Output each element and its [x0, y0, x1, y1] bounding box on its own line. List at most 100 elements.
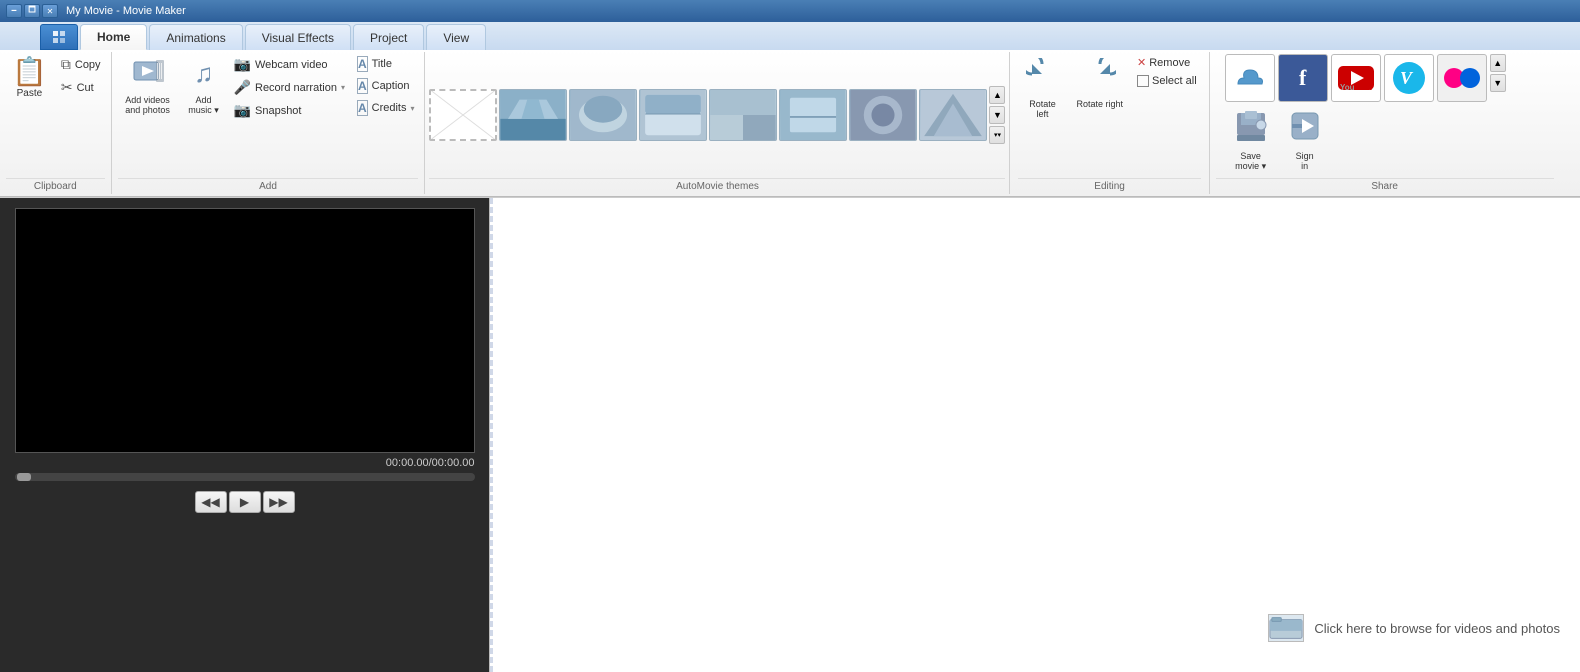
- theme-scroll-more[interactable]: ▾▾: [989, 126, 1005, 144]
- youtube-button[interactable]: YouTube: [1331, 54, 1381, 102]
- maximize-button[interactable]: 🗖: [24, 4, 40, 18]
- tab-project[interactable]: Project: [353, 24, 424, 50]
- scissors-icon: ✂: [61, 79, 73, 96]
- rewind-button[interactable]: ◀◀: [195, 491, 227, 513]
- storyboard-area[interactable]: Click here to browse for videos and phot…: [490, 198, 1580, 672]
- forward-button[interactable]: ▶▶: [263, 491, 295, 513]
- clipboard-label: Clipboard: [6, 178, 105, 192]
- sign-in-button[interactable]: Signin: [1280, 105, 1330, 175]
- paste-icon: 📋: [12, 58, 47, 86]
- select-all-button[interactable]: Select all: [1133, 73, 1201, 89]
- theme-6[interactable]: [849, 89, 917, 141]
- clipboard-group: 📋 Paste ⧉ Copy ✂ Cut Clipboard: [0, 52, 112, 194]
- title-bar-controls[interactable]: 🗕 🗖 ✕: [6, 4, 58, 18]
- onedrive-button[interactable]: [1225, 54, 1275, 102]
- add-music-button[interactable]: ♫ Addmusic ▾: [182, 54, 226, 120]
- close-button[interactable]: ✕: [42, 4, 58, 18]
- play-button[interactable]: ▶: [229, 491, 261, 513]
- text-buttons: A Title A Caption A Credits ▾: [353, 54, 419, 118]
- narration-arrow: ▾: [341, 83, 345, 92]
- checkbox-icon: [1137, 75, 1149, 87]
- vimeo-button[interactable]: V: [1384, 54, 1434, 102]
- save-movie-button[interactable]: Savemovie ▾: [1225, 105, 1277, 176]
- copy-icon: ⧉: [61, 56, 71, 73]
- rotate-right-icon: [1084, 58, 1116, 97]
- webcam-video-button[interactable]: 📷 Webcam video: [230, 54, 349, 75]
- automovie-label: AutoMovie themes: [429, 178, 1005, 192]
- remove-selectall-col: ✕ Remove Select all: [1133, 54, 1201, 89]
- microphone-icon: 🎤: [234, 79, 251, 96]
- add-videos-button[interactable]: Add videosand photos: [118, 54, 178, 119]
- title-bar: 🗕 🗖 ✕ My Movie - Movie Maker: [0, 0, 1580, 22]
- svg-text:You: You: [1340, 83, 1355, 92]
- theme-scroll-arrows: ▲ ▼ ▾▾: [989, 86, 1005, 144]
- webcam-icon: 📷: [234, 56, 251, 73]
- title-icon: A: [357, 56, 368, 72]
- timeline-thumb[interactable]: [17, 473, 31, 481]
- rotate-left-icon: [1026, 58, 1058, 97]
- caption-icon: A: [357, 78, 368, 94]
- cut-button[interactable]: ✂ Cut: [57, 77, 105, 98]
- time-display: 00:00.00/00:00.00: [15, 457, 475, 469]
- tab-visual-effects[interactable]: Visual Effects: [245, 24, 351, 50]
- theme-scroll: [429, 89, 987, 141]
- app-menu-button[interactable]: [40, 24, 78, 50]
- theme-1[interactable]: [499, 89, 567, 141]
- app-title: My Movie - Movie Maker: [66, 5, 186, 17]
- editing-label: Editing: [1018, 178, 1200, 192]
- ribbon: Home Animations Visual Effects Project V…: [0, 22, 1580, 198]
- copy-button[interactable]: ⧉ Copy: [57, 54, 105, 75]
- share-group: f YouTube V: [1210, 52, 1560, 194]
- main-area: 00:00.00/00:00.00 ◀◀ ▶ ▶▶ Click here to …: [0, 198, 1580, 672]
- caption-button[interactable]: A Caption: [353, 76, 419, 96]
- credits-button[interactable]: A Credits ▾: [353, 98, 419, 118]
- storyboard-hint[interactable]: Click here to browse for videos and phot…: [1268, 614, 1560, 642]
- theme-7[interactable]: [919, 89, 987, 141]
- save-movie-icon: [1233, 109, 1269, 150]
- tab-bar: Home Animations Visual Effects Project V…: [0, 22, 1580, 50]
- share-scroll-down[interactable]: ▼: [1490, 74, 1506, 92]
- theme-3[interactable]: [639, 89, 707, 141]
- theme-scroll-up[interactable]: ▲: [989, 86, 1005, 104]
- share-label: Share: [1216, 178, 1554, 192]
- remove-icon: ✕: [1137, 56, 1146, 69]
- playback-controls: ◀◀ ▶ ▶▶: [195, 491, 295, 513]
- add-group: Add videosand photos ♫ Addmusic ▾ 📷 Webc…: [112, 52, 426, 194]
- browse-hint-text[interactable]: Click here to browse for videos and phot…: [1314, 621, 1560, 636]
- record-narration-button[interactable]: 🎤 Record narration ▾: [230, 77, 349, 98]
- credits-arrow: ▾: [410, 104, 414, 113]
- theme-4[interactable]: [709, 89, 777, 141]
- video-preview: [15, 208, 475, 453]
- theme-5[interactable]: [779, 89, 847, 141]
- theme-2[interactable]: [569, 89, 637, 141]
- editing-group: Rotateleft Rotate right ✕ Remove: [1010, 52, 1209, 194]
- minimize-button[interactable]: 🗕: [6, 4, 22, 18]
- title-button[interactable]: A Title: [353, 54, 419, 74]
- sign-in-icon: [1288, 109, 1322, 150]
- tab-animations[interactable]: Animations: [149, 24, 242, 50]
- svg-text:V: V: [1400, 68, 1414, 88]
- rotate-left-button[interactable]: Rotateleft: [1018, 54, 1066, 123]
- theme-scroll-down[interactable]: ▼: [989, 106, 1005, 124]
- clipboard-small-buttons: ⧉ Copy ✂ Cut: [57, 54, 105, 98]
- tab-home[interactable]: Home: [80, 24, 147, 50]
- flickr-button[interactable]: [1437, 54, 1487, 102]
- svg-text:♫: ♫: [194, 58, 214, 88]
- add-small-buttons: 📷 Webcam video 🎤 Record narration ▾ 📷 Sn…: [230, 54, 349, 121]
- add-videos-icon: [132, 58, 164, 93]
- timeline-bar[interactable]: [15, 473, 475, 481]
- music-icon: ♫: [190, 58, 218, 93]
- ribbon-content: 📋 Paste ⧉ Copy ✂ Cut Clipboard: [0, 50, 1580, 197]
- tab-view[interactable]: View: [426, 24, 486, 50]
- browse-icon: [1268, 614, 1304, 642]
- facebook-button[interactable]: f: [1278, 54, 1328, 102]
- rotate-right-button[interactable]: Rotate right: [1072, 54, 1127, 113]
- credits-icon: A: [357, 100, 368, 116]
- remove-button[interactable]: ✕ Remove: [1133, 54, 1201, 71]
- theme-none[interactable]: [429, 89, 497, 141]
- share-scroll-up[interactable]: ▲: [1490, 54, 1506, 72]
- preview-panel: 00:00.00/00:00.00 ◀◀ ▶ ▶▶: [0, 198, 490, 672]
- snapshot-button[interactable]: 📷 Snapshot: [230, 100, 349, 121]
- paste-button[interactable]: 📋 Paste: [6, 54, 53, 103]
- svg-text:Tube: Tube: [1354, 83, 1373, 92]
